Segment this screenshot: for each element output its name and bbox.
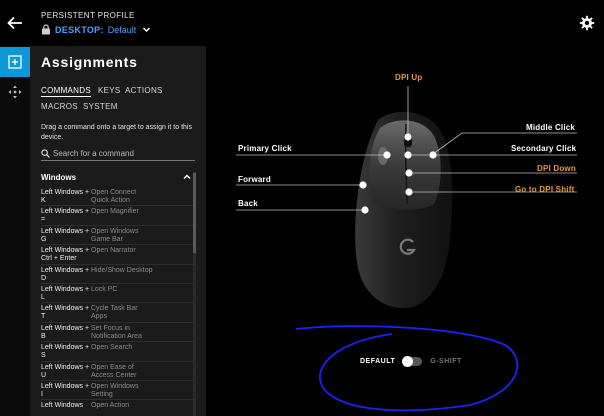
label-dpi-down[interactable]: DPI Down [537, 164, 576, 173]
middle-click-dot[interactable] [429, 151, 437, 159]
dpi-shift-dot[interactable] [405, 188, 413, 196]
forward-dot[interactable] [359, 181, 367, 189]
gshift-switch[interactable] [402, 356, 423, 367]
secondary-click-dot[interactable] [404, 151, 412, 159]
label-secondary-click[interactable]: Secondary Click [511, 144, 576, 153]
dpi-up-dot[interactable] [404, 133, 412, 141]
dpi-down-dot[interactable] [405, 169, 413, 177]
mode-gshift-label: G-SHIFT [430, 358, 462, 365]
label-dpi-shift[interactable]: Go to DPI Shift [515, 185, 574, 194]
back-dot[interactable] [361, 206, 369, 214]
label-back[interactable]: Back [238, 199, 258, 208]
callout-lines [236, 86, 577, 214]
label-middle-click[interactable]: Middle Click [526, 123, 575, 132]
switch-knob [402, 356, 414, 367]
label-primary-click[interactable]: Primary Click [238, 144, 292, 153]
label-forward[interactable]: Forward [238, 175, 271, 184]
mode-default-label: DEFAULT [360, 358, 396, 365]
mode-toggle[interactable]: DEFAULT G-SHIFT [360, 356, 462, 367]
label-dpi-up[interactable]: DPI Up [395, 73, 422, 82]
primary-click-dot[interactable] [383, 151, 391, 159]
